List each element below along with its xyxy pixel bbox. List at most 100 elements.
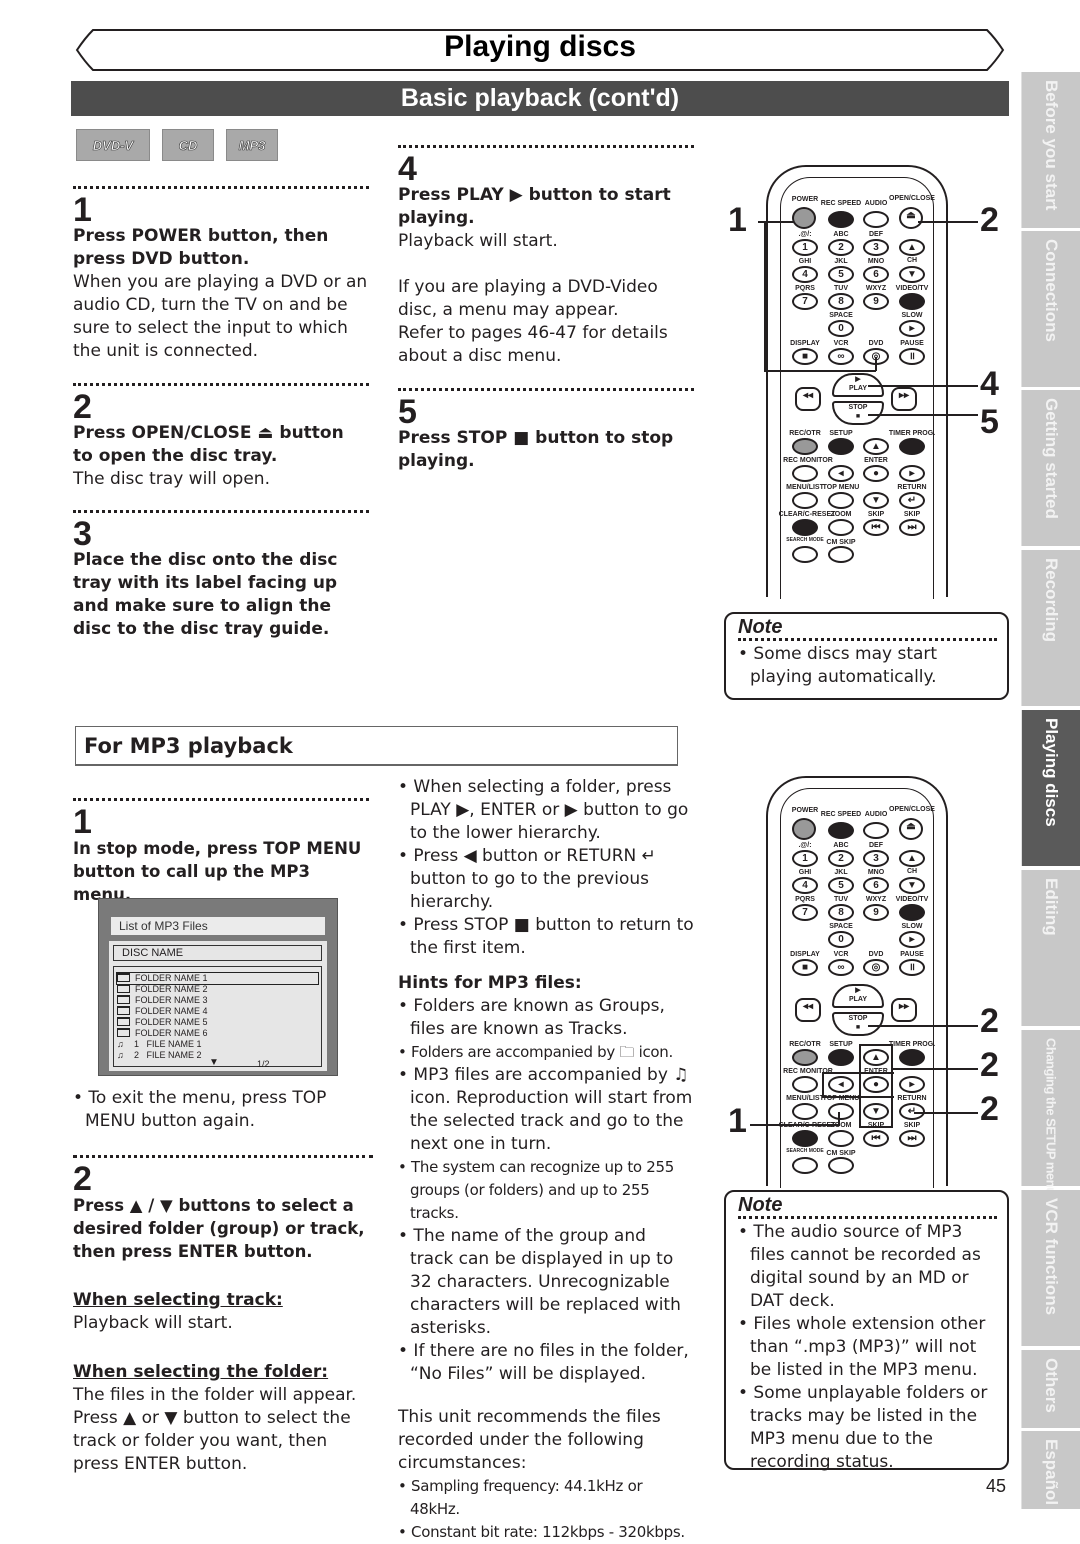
label-0: SPACE — [829, 923, 853, 930]
step-description: When you are playing a DVD or an audio C… — [73, 272, 368, 361]
power-button — [792, 207, 816, 229]
file-number: 2 — [134, 1050, 140, 1060]
digit-button: 5 — [828, 877, 854, 894]
track-description: Playback will start. — [73, 1313, 233, 1333]
folder-icon — [117, 984, 130, 993]
note-item: • Some unplayable folders or tracks may … — [738, 1383, 988, 1472]
label-7: PQRS — [795, 896, 815, 903]
side-tab-before-you-start[interactable]: Before you start — [1021, 72, 1080, 228]
side-tab-recording[interactable]: Recording — [1021, 550, 1080, 706]
search-mode-button — [792, 1157, 818, 1174]
step-5: 5 Press STOP ■ button to stop playing. — [398, 388, 694, 473]
folder-name: FOLDER NAME 5 — [135, 1017, 208, 1027]
side-tab-editing[interactable]: Editing — [1021, 870, 1080, 1026]
top-menu-button — [828, 1103, 854, 1120]
label-3: DEF — [869, 231, 883, 238]
side-tab-setup-menu[interactable]: Changing the SETUP menu — [1021, 1030, 1080, 1195]
callout-line — [918, 221, 978, 223]
label-return: RETURN — [897, 1095, 927, 1102]
badge-mp3: MP3 — [226, 129, 278, 161]
music-note-icon: ♫ — [117, 1050, 124, 1060]
setup-button — [828, 1049, 854, 1066]
callout-line — [764, 221, 766, 371]
music-note-icon: ♫ — [117, 1039, 124, 1049]
folder-name: FOLDER NAME 6 — [135, 1028, 208, 1038]
label-slow: SLOW — [901, 312, 923, 319]
folder-row: FOLDER NAME 3 — [117, 995, 208, 1006]
label-audio: AUDIO — [864, 811, 888, 818]
callout-line — [893, 1068, 978, 1070]
tab-label: Changing the SETUP menu — [1043, 1038, 1059, 1195]
side-tab-espanol[interactable]: Español — [1021, 1431, 1080, 1509]
callout-line — [914, 1112, 978, 1114]
label-clear-reset: CLEAR/C-RESET — [778, 511, 836, 518]
label-display: DISPLAY — [790, 951, 820, 958]
side-tab-others[interactable]: Others — [1021, 1350, 1080, 1428]
label-cm-skip: CM SKIP — [826, 539, 856, 546]
side-tab-playing-discs[interactable]: Playing discs — [1021, 710, 1080, 866]
cm-skip-button — [828, 546, 854, 563]
hint-item: • Folders are known as Groups, files are… — [398, 996, 665, 1039]
badge-dvd-video: DVD-V — [76, 129, 150, 161]
badge-cd: CD — [162, 129, 214, 161]
search-mode-button — [792, 546, 818, 563]
note-item: • The audio source of MP3 files cannot b… — [738, 1222, 981, 1311]
label-2: ABC — [833, 842, 849, 849]
label-9: WXYZ — [865, 285, 887, 292]
up-button: ▲ — [863, 438, 889, 455]
label-timer-prog: TIMER PROG. — [888, 1041, 936, 1048]
page-title-banner: Playing discs — [75, 28, 1005, 72]
skip-forward-button: ⏭ — [899, 519, 925, 536]
disc-name: DISC NAME — [113, 945, 322, 961]
label-power: POWER — [791, 807, 819, 814]
note-item: • Some discs may start playing automatic… — [738, 644, 938, 687]
bullet-item: • Press STOP ■ button to return to the f… — [398, 915, 694, 958]
label-return: RETURN — [897, 484, 927, 491]
label-dvd: DVD — [868, 340, 884, 347]
digit-button: 0 — [828, 320, 854, 337]
tab-label: VCR functions — [1042, 1198, 1061, 1316]
page-title: Playing discs — [444, 30, 636, 63]
digit-button: 4 — [792, 266, 818, 283]
label-display: DISPLAY — [790, 340, 820, 347]
label-5: JKL — [834, 258, 848, 265]
label-timer-prog: TIMER PROG. — [888, 430, 936, 437]
skip-back-button: ⏮ — [863, 1130, 889, 1147]
remote-diagram-basic: POWER REC SPEED AUDIO OPEN/CLOSE ⏏ .@/: … — [728, 165, 1018, 600]
clear-reset-button — [792, 519, 818, 536]
ch-down-button: ▼ — [899, 877, 925, 894]
divider — [398, 388, 694, 391]
folder-icon — [117, 1006, 130, 1015]
hint-item: • The system can recognize up to 255 gro… — [398, 1158, 675, 1222]
side-tab-vcr-functions[interactable]: VCR functions — [1021, 1190, 1080, 1346]
digit-button: 9 — [863, 293, 889, 310]
right-button: ▸ — [899, 1076, 925, 1093]
digit-button: 3 — [863, 850, 889, 867]
rewind-button: ◂◂ — [795, 387, 821, 411]
mp3-menu-screen: List of MP3 Files DISC NAME FOLDER NAME … — [98, 898, 338, 1076]
step-1: 1 Press POWER button, then press DVD but… — [73, 186, 369, 363]
callout-step-4: 4 — [980, 365, 999, 403]
label-8: TUV — [834, 285, 848, 292]
tab-label: Playing discs — [1042, 718, 1061, 827]
label-skip-forward: SKIP — [903, 511, 921, 518]
step-instruction: Press ▲ / ▼ buttons to select a desired … — [73, 1196, 365, 1261]
label-video-tv: VIDEO/TV — [895, 285, 929, 292]
hint-item: • MP3 files are accompanied by ♫ icon. R… — [398, 1065, 693, 1154]
digit-button: 1 — [792, 850, 818, 867]
rewind-button: ◂◂ — [795, 998, 821, 1022]
side-tab-getting-started[interactable]: Getting started — [1021, 390, 1080, 546]
label-stop: STOP — [848, 404, 868, 411]
label-rec-speed: REC SPEED — [820, 811, 862, 818]
folder-description: The files in the folder will appear. Pre… — [73, 1385, 357, 1474]
folder-name: FOLDER NAME 2 — [135, 984, 208, 994]
tab-label: Getting started — [1042, 398, 1061, 519]
label-vcr: VCR — [833, 340, 849, 347]
page-indicator: 1/2 — [257, 1059, 270, 1069]
slow-button: ▸ — [899, 320, 925, 337]
side-tab-connections[interactable]: Connections — [1021, 231, 1080, 387]
label-skip-forward: SKIP — [903, 1122, 921, 1129]
pause-button: ॥ — [899, 348, 925, 365]
ch-up-button: ▲ — [899, 239, 925, 256]
label-video-tv: VIDEO/TV — [895, 896, 929, 903]
